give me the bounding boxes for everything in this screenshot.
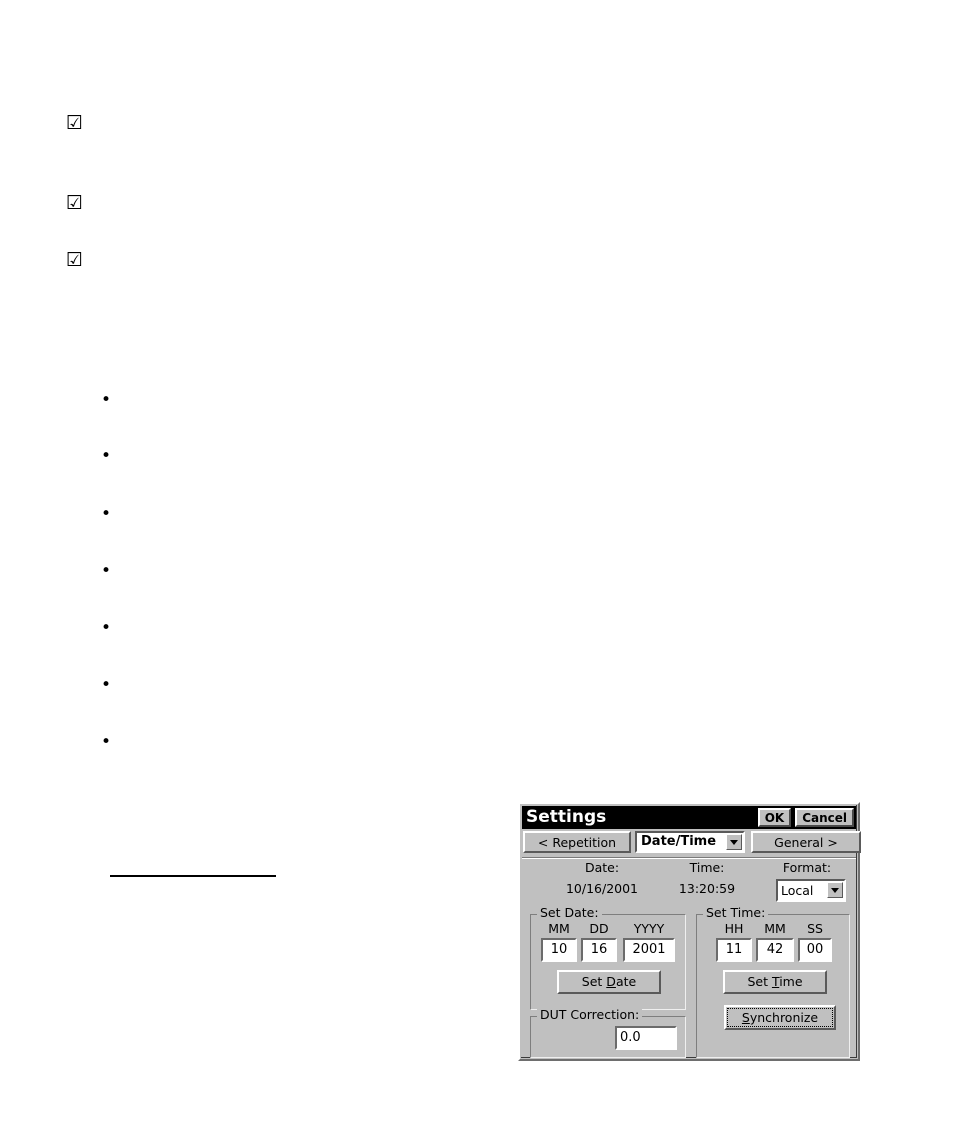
footnote-separator-rule bbox=[110, 875, 276, 877]
cancel-button[interactable]: Cancel bbox=[795, 808, 854, 827]
chevron-down-glyph bbox=[831, 887, 839, 893]
settings-dialog: Settings OK Cancel < Repetition Date/Tim… bbox=[518, 802, 861, 1061]
checkbox-checked-icon: ☑ bbox=[66, 192, 84, 214]
previous-page-button[interactable]: < Repetition bbox=[523, 831, 631, 853]
dut-correction-group-title: DUT Correction: bbox=[537, 1008, 643, 1022]
second-field-label: SS bbox=[807, 921, 823, 936]
day-input[interactable]: 16 bbox=[581, 938, 617, 962]
set-time-group: Set Time: HH MM SS 11 42 00 Set Time bbox=[696, 906, 850, 1058]
year-input[interactable]: 2001 bbox=[623, 938, 675, 962]
set-date-button[interactable]: Set Date bbox=[557, 970, 661, 994]
ok-button[interactable]: OK bbox=[757, 808, 792, 827]
list-item-bullet-icon: • bbox=[101, 732, 112, 752]
minute-input[interactable]: 42 bbox=[756, 938, 794, 962]
set-date-button-label-post: ate bbox=[615, 974, 637, 989]
set-date-group: Set Date: MM DD YYYY 10 16 2001 Set Date bbox=[530, 906, 686, 1010]
list-item-bullet-icon: • bbox=[101, 446, 112, 466]
set-time-button[interactable]: Set Time bbox=[723, 970, 827, 994]
year-field-label: YYYY bbox=[633, 921, 665, 936]
list-item-bullet-icon: • bbox=[101, 561, 112, 581]
month-field-label: MM bbox=[548, 921, 570, 936]
dut-correction-input[interactable]: 0.0 bbox=[615, 1026, 677, 1050]
page-selector-combobox[interactable]: Date/Time bbox=[635, 831, 745, 853]
synchronize-focus-rect: Synchronize bbox=[727, 1008, 833, 1027]
dialog-title: Settings bbox=[526, 807, 607, 827]
next-page-button[interactable]: General > bbox=[751, 831, 861, 853]
second-input[interactable]: 00 bbox=[798, 938, 832, 962]
hour-input[interactable]: 11 bbox=[716, 938, 752, 962]
page-navigation-bar: < Repetition Date/Time General > bbox=[522, 830, 861, 855]
list-item-bullet-icon: • bbox=[101, 675, 112, 695]
set-time-group-title: Set Time: bbox=[703, 906, 769, 920]
checkbox-checked-icon: ☑ bbox=[66, 249, 84, 271]
time-label: Time: bbox=[689, 860, 725, 875]
hour-field-label: HH bbox=[724, 921, 744, 936]
set-date-group-title: Set Date: bbox=[537, 906, 602, 920]
list-item-bullet-icon: • bbox=[101, 618, 112, 638]
list-item-bullet-icon: • bbox=[101, 390, 112, 410]
checkbox-checked-icon: ☑ bbox=[66, 112, 84, 134]
format-value: Local bbox=[781, 883, 814, 898]
nav-divider bbox=[522, 857, 856, 859]
minute-field-label: MM bbox=[764, 921, 786, 936]
synchronize-button[interactable]: Synchronize bbox=[724, 1005, 836, 1030]
page-selector-value: Date/Time bbox=[641, 834, 717, 849]
synchronize-button-accel: S bbox=[741, 1010, 750, 1025]
chevron-down-icon[interactable] bbox=[726, 834, 742, 850]
current-time-value: 13:20:59 bbox=[678, 881, 736, 896]
date-label: Date: bbox=[584, 860, 620, 875]
set-time-button-label-pre: Set bbox=[747, 974, 772, 989]
chevron-down-icon[interactable] bbox=[827, 882, 843, 898]
list-item-bullet-icon: • bbox=[101, 504, 112, 524]
day-field-label: DD bbox=[589, 921, 609, 936]
format-label: Format: bbox=[782, 860, 832, 875]
format-combobox[interactable]: Local bbox=[776, 879, 846, 902]
chevron-down-glyph bbox=[730, 839, 738, 845]
set-date-button-label-pre: Set bbox=[581, 974, 607, 989]
set-date-button-accel: D bbox=[606, 974, 616, 989]
datetime-summary: Date: 10/16/2001 Time: 13:20:59 Format: … bbox=[522, 860, 856, 908]
dut-correction-group: DUT Correction: 0.0 bbox=[530, 1008, 686, 1058]
set-time-button-label-post: ime bbox=[779, 974, 803, 989]
synchronize-button-label: ynchronize bbox=[749, 1010, 819, 1025]
dialog-titlebar: Settings OK Cancel bbox=[522, 806, 856, 829]
current-date-value: 10/16/2001 bbox=[565, 881, 639, 896]
month-input[interactable]: 10 bbox=[541, 938, 577, 962]
